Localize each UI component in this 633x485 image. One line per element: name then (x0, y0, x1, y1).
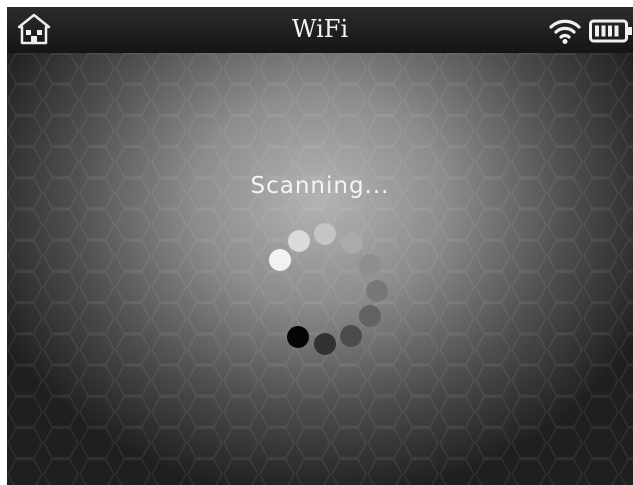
spinner-dot (287, 326, 309, 348)
page-title: WiFi (291, 15, 349, 43)
spinner-dot (269, 249, 291, 271)
wifi-screen: WiFi Scanning... (7, 7, 633, 485)
wifi-signal-icon (549, 19, 581, 44)
spinner-dot (314, 223, 336, 245)
scanning-status-text: Scanning... (250, 173, 390, 199)
spinner-dot (341, 232, 363, 254)
battery-icon (589, 19, 632, 43)
spinner-dot (359, 305, 381, 327)
status-bar: WiFi (7, 7, 633, 53)
spinner-dot (314, 333, 336, 355)
spinner-dot (366, 280, 388, 302)
loading-spinner (269, 223, 388, 355)
spinner-dot (288, 230, 310, 252)
spinner-dot (359, 254, 381, 276)
spinner-dot (340, 325, 362, 347)
